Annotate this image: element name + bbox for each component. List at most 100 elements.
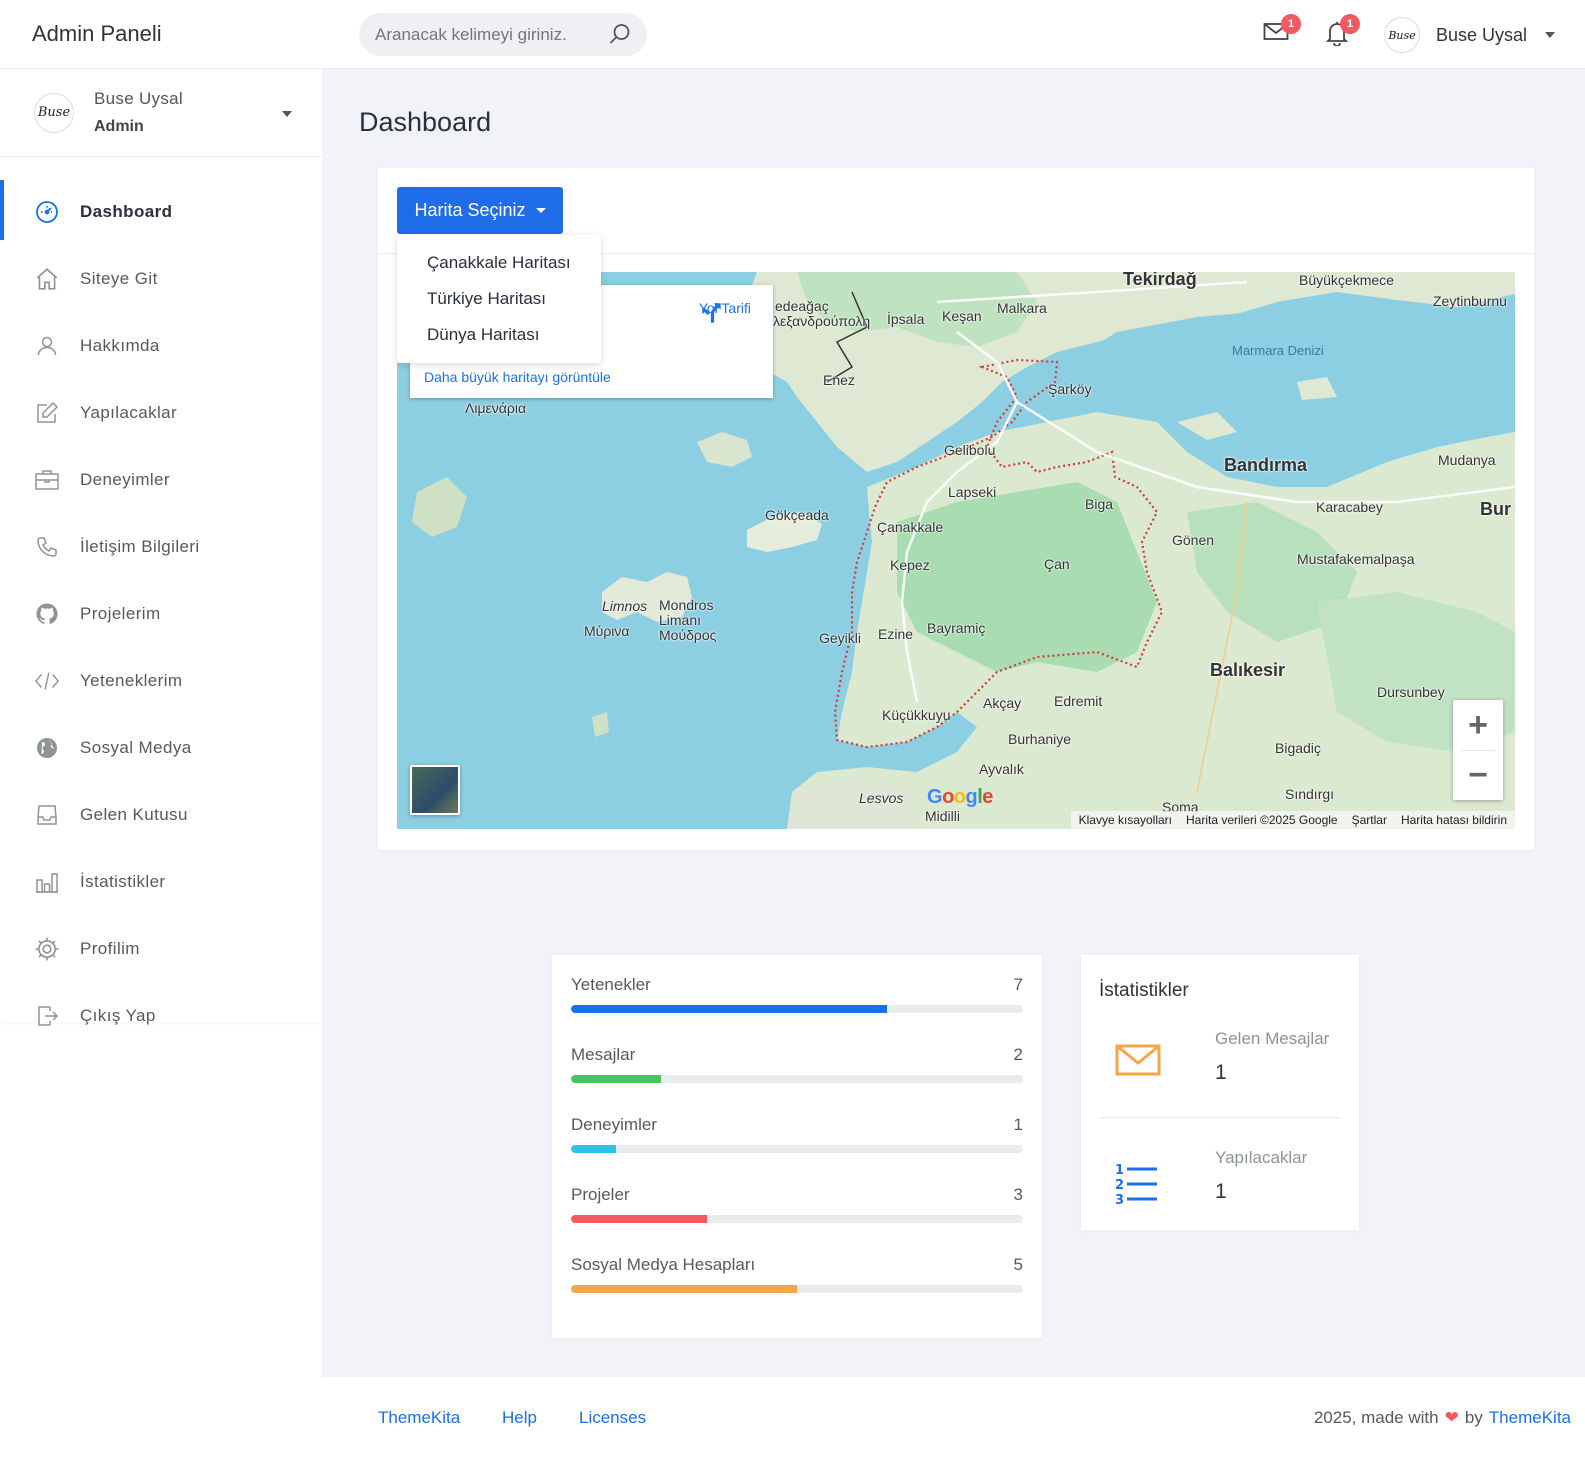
footer-link-licenses[interactable]: Licenses	[579, 1408, 646, 1428]
progress-card: Yetenekler 7 Mesajlar 2 Deneyimler 1 Projeler 3…	[552, 955, 1042, 1338]
sidebar-item-hakkimda[interactable]: Hakkımda	[0, 312, 322, 379]
map-select-button[interactable]: Harita Seçiniz	[397, 187, 563, 234]
header-user-menu[interactable]: Buse Buse Uysal	[1384, 17, 1556, 53]
larger-map-link[interactable]: Daha büyük haritayı görüntüle	[424, 369, 611, 385]
directions-link[interactable]: Yol Tarifi	[699, 300, 751, 323]
map-label: Gökçeada	[765, 507, 829, 523]
map-label: Μύρινα	[584, 623, 630, 639]
map-label: Geyikli	[819, 630, 862, 646]
sidebar-item-yapilacaklar[interactable]: Yapılacaklar	[0, 379, 322, 446]
progress-item: Yetenekler 7	[571, 975, 1023, 1017]
progress-label: Deneyimler	[571, 1115, 657, 1134]
sidebar-item-istatistikler[interactable]: İstatistikler	[0, 848, 322, 915]
report-error-link[interactable]: Harita hatası bildirin	[1401, 813, 1507, 827]
avatar: Buse	[1384, 17, 1420, 53]
sidebar-item-label: Yeteneklerim	[80, 670, 183, 690]
map-label: Biga	[1085, 496, 1114, 512]
terms-link[interactable]: Şartlar	[1352, 813, 1387, 827]
notifications-button[interactable]: 1	[1325, 14, 1360, 51]
footer-link-help[interactable]: Help	[502, 1408, 537, 1428]
stat-value: 1	[1215, 1180, 1227, 1203]
map-label: λεξανδρούπολη	[773, 313, 871, 329]
page-title: Dashboard	[359, 107, 492, 137]
search-input[interactable]	[375, 24, 600, 45]
sidebar-item-iletisim[interactable]: İletişim Bilgileri	[0, 513, 322, 580]
map-label: Tekirdağ	[1123, 272, 1197, 289]
map-label: edeağaç	[775, 298, 829, 314]
sidebar-item-profilim[interactable]: Profilim	[0, 915, 322, 982]
sidebar-item-label: Profilim	[80, 938, 140, 958]
dropdown-item-turkiye[interactable]: Türkiye Haritası	[397, 281, 601, 317]
progress-track	[571, 1285, 1023, 1293]
envelope-icon	[1115, 1043, 1161, 1082]
progress-fill	[571, 1145, 617, 1153]
sidebar-item-cikis[interactable]: Çıkış Yap	[0, 982, 322, 1049]
progress-label: Sosyal Medya Hesapları	[571, 1255, 756, 1274]
svg-text:3: 3	[1115, 1193, 1124, 1208]
footer-brand-link[interactable]: ThemeKita	[1489, 1408, 1571, 1428]
footer-credit: 2025, made with ❤ by ThemeKita	[1314, 1408, 1571, 1428]
zoom-in-button[interactable]: +	[1453, 700, 1503, 750]
map-label: Burhaniye	[1008, 731, 1072, 747]
map-label: Büyükçekmece	[1299, 272, 1394, 288]
zoom-out-button[interactable]: −	[1453, 750, 1503, 800]
zoom-control: + −	[1453, 700, 1503, 800]
sidebar-nav: Dashboard Siteye Git Hakkımda Yapılacakl…	[0, 178, 322, 1049]
sidebar-item-deneyimler[interactable]: Deneyimler	[0, 446, 322, 513]
progress-fill	[571, 1005, 888, 1013]
map-label: Mondros	[659, 597, 714, 613]
sidebar-item-label: İletişim Bilgileri	[80, 536, 200, 556]
sidebar-item-label: Projelerim	[80, 603, 161, 623]
phone-icon	[34, 534, 60, 560]
map-label: Bur	[1480, 499, 1511, 519]
progress-item: Mesajlar 2	[571, 1045, 1023, 1087]
map-label: Keşan	[942, 308, 982, 324]
map-label: Şarköy	[1048, 381, 1092, 397]
stat-label: Yapılacaklar	[1215, 1148, 1308, 1167]
satellite-toggle[interactable]	[410, 765, 460, 815]
map-label: Bandırma	[1224, 455, 1308, 475]
logout-icon	[34, 1003, 60, 1029]
sidebar-item-gelen-kutusu[interactable]: Gelen Kutusu	[0, 781, 322, 848]
sidebar-item-yeteneklerim[interactable]: Yeteneklerim	[0, 647, 322, 714]
map-select-dropdown: Çanakkale Haritası Türkiye Haritası Düny…	[397, 235, 601, 363]
bar-chart-icon	[34, 869, 60, 895]
map-label: Midilli	[925, 808, 960, 824]
edit-icon	[34, 400, 60, 426]
map-label: Sındırgı	[1285, 786, 1335, 802]
sidebar-item-label: İstatistikler	[80, 871, 166, 891]
sidebar-item-projelerim[interactable]: Projelerim	[0, 580, 322, 647]
github-icon	[34, 601, 60, 627]
sidebar-item-siteye-git[interactable]: Siteye Git	[0, 245, 322, 312]
dropdown-item-dunya[interactable]: Dünya Haritası	[397, 317, 601, 353]
dashboard-gauge-icon	[34, 199, 60, 225]
sidebar-item-dashboard[interactable]: Dashboard	[0, 178, 322, 245]
sidebar-user-panel[interactable]: Buse Buse Uysal Admin	[0, 69, 322, 157]
sidebar-item-sosyal-medya[interactable]: Sosyal Medya	[0, 714, 322, 781]
keyboard-shortcuts-link[interactable]: Klavye kısayolları	[1079, 813, 1172, 827]
sidebar-user-name: Buse Uysal	[94, 89, 183, 108]
progress-value: 1	[1013, 1115, 1023, 1134]
progress-track	[571, 1215, 1023, 1223]
map-label: Limanı	[659, 612, 702, 628]
stat-row-todos: 123 Yapılacaklar 1	[1099, 1148, 1341, 1248]
map-label: Enez	[823, 372, 855, 388]
stat-label: Gelen Mesajlar	[1215, 1029, 1330, 1048]
messages-button[interactable]: 1	[1263, 14, 1301, 47]
progress-item: Projeler 3	[571, 1185, 1023, 1227]
footer-link-themekita[interactable]: ThemeKita	[378, 1408, 460, 1428]
search-box	[359, 13, 647, 56]
sidebar-item-label: Siteye Git	[80, 268, 158, 288]
sidebar-item-label: Hakkımda	[80, 335, 160, 355]
progress-label: Mesajlar	[571, 1045, 636, 1064]
chevron-down-icon[interactable]	[282, 111, 292, 117]
dropdown-item-canakkale[interactable]: Çanakkale Haritası	[397, 245, 601, 281]
brand-title[interactable]: Admin Paneli	[0, 0, 322, 69]
progress-value: 5	[1013, 1255, 1023, 1274]
sidebar: Admin Paneli Buse Buse Uysal Admin Dashb…	[0, 0, 322, 1026]
user-icon	[34, 333, 60, 359]
sidebar-item-label: Deneyimler	[80, 469, 170, 489]
google-logo: Google	[927, 786, 993, 808]
search-icon[interactable]	[609, 23, 631, 50]
map-select-label: Harita Seçiniz	[414, 200, 526, 220]
